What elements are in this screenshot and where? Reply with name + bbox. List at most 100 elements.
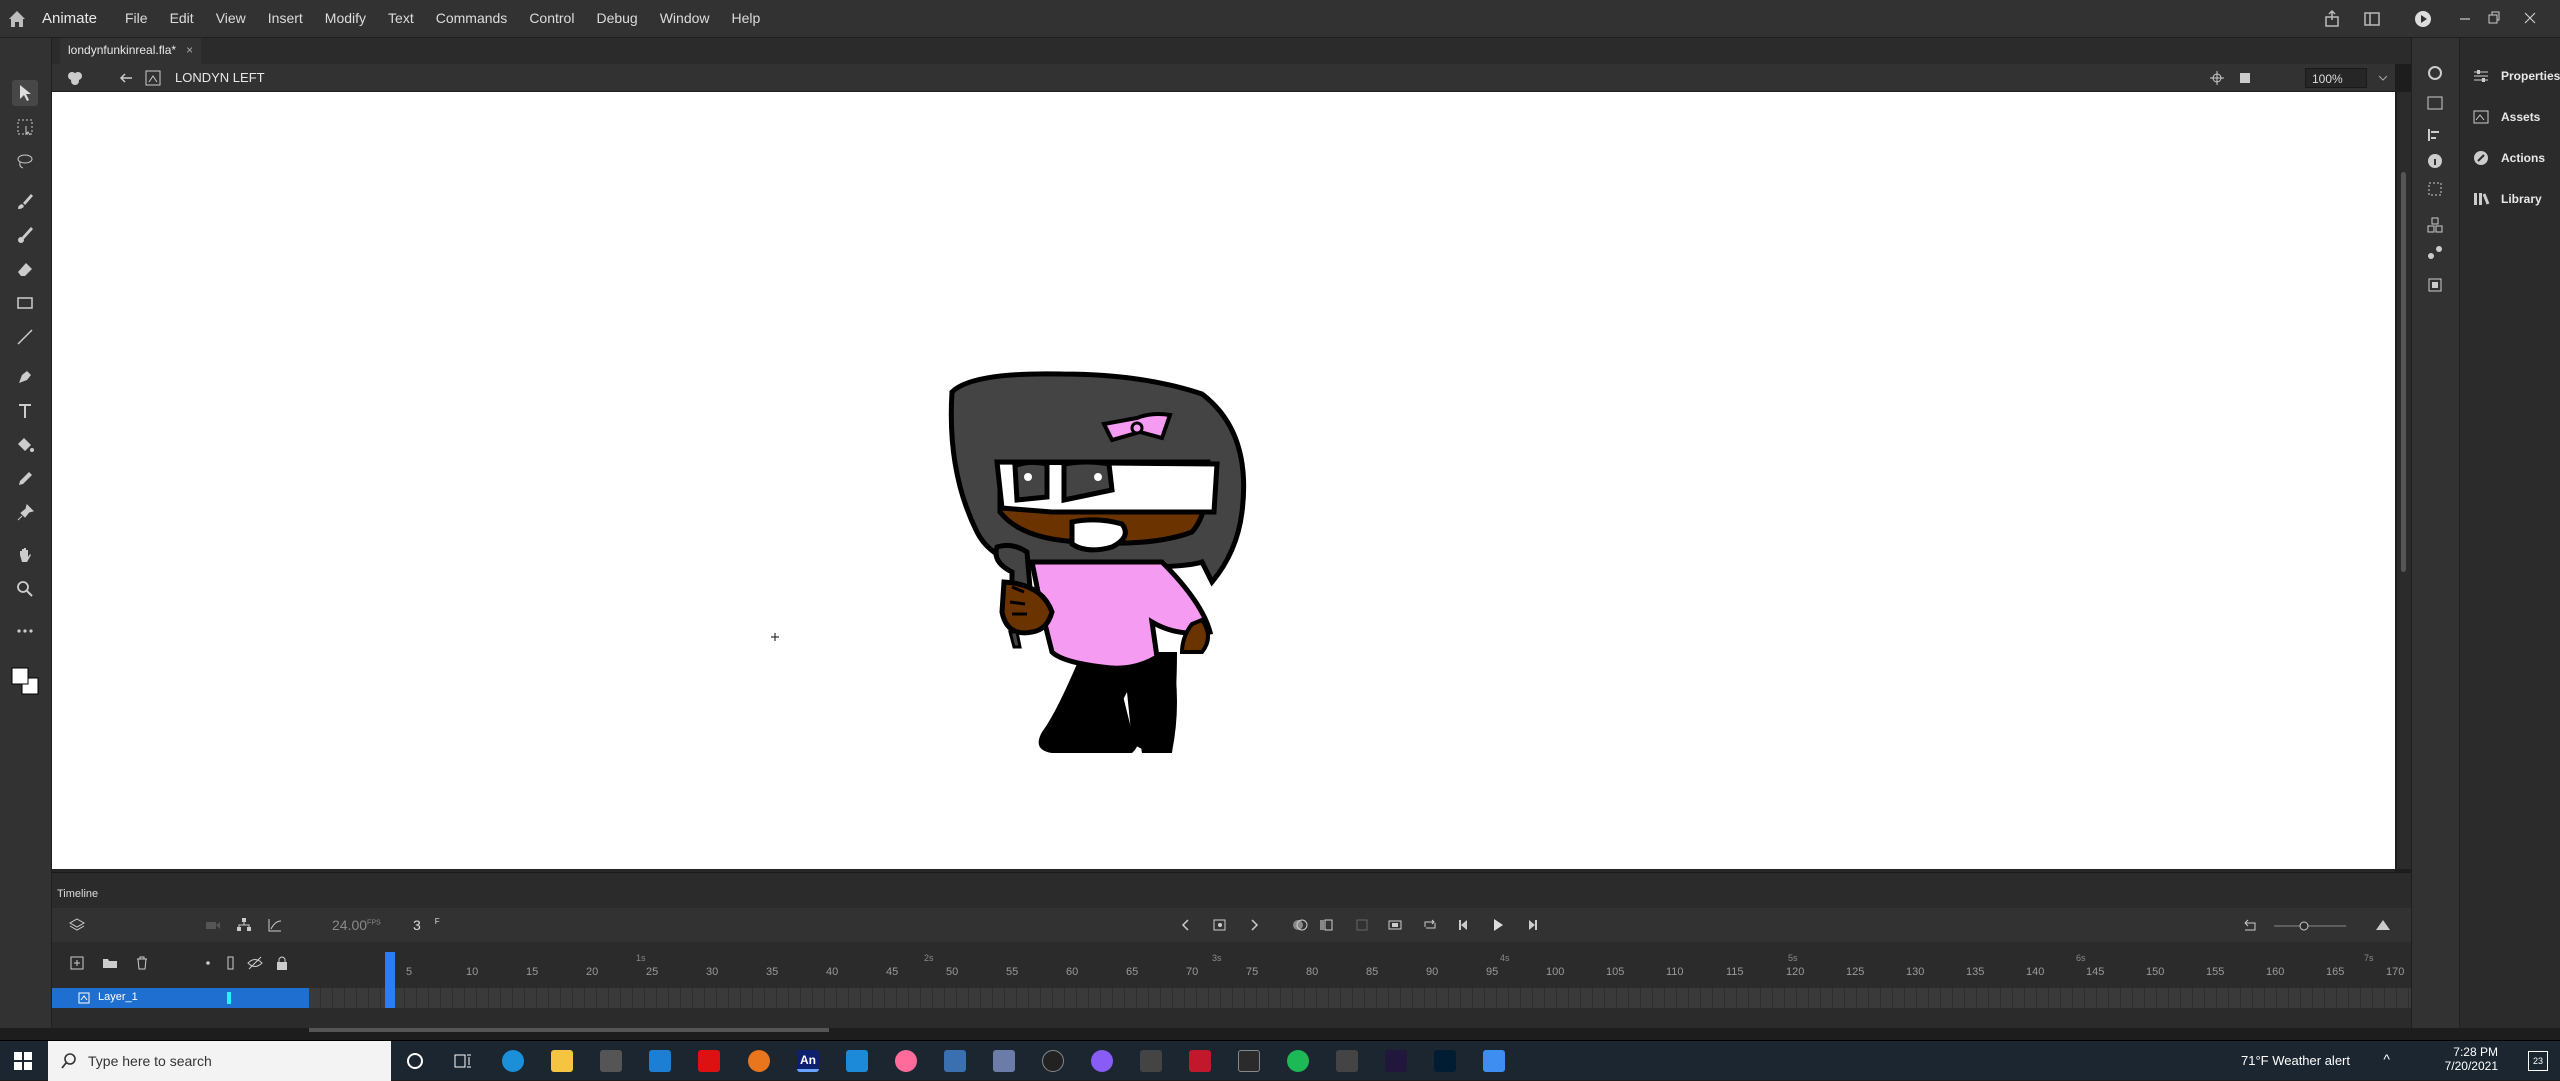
pen-tool[interactable] (12, 364, 38, 390)
file-explorer-icon[interactable] (551, 1050, 573, 1072)
edge-icon[interactable] (502, 1050, 524, 1072)
hand-tool[interactable] (12, 542, 38, 568)
center-stage-icon[interactable] (2209, 70, 2225, 86)
cortana-icon[interactable] (405, 1051, 425, 1071)
paint-bucket-tool[interactable] (12, 432, 38, 458)
free-transform-tool[interactable] (12, 114, 38, 140)
app-red-icon[interactable] (698, 1050, 720, 1072)
scene-icon[interactable] (66, 69, 84, 87)
menu-control[interactable]: Control (529, 10, 574, 26)
test-movie-icon[interactable] (2413, 9, 2433, 29)
properties-panel-tab[interactable]: Properties (2460, 59, 2560, 93)
chevron-up-icon[interactable]: ^ (2383, 1051, 2390, 1067)
task-view-icon[interactable] (453, 1051, 473, 1071)
outline-icon[interactable] (222, 955, 238, 971)
restore-icon[interactable] (2487, 9, 2501, 29)
insert-keyframe-icon[interactable] (1212, 917, 1228, 933)
workspace-icon[interactable] (2362, 9, 2382, 29)
menu-commands[interactable]: Commands (436, 10, 508, 26)
close-icon[interactable] (2523, 9, 2537, 29)
play-icon[interactable] (1490, 917, 1506, 933)
paint-brush-tool[interactable] (12, 222, 38, 248)
current-frame-display[interactable]: 3F (413, 917, 440, 933)
visibility-off-icon[interactable] (247, 955, 263, 971)
transform-panel-icon[interactable] (2426, 180, 2444, 198)
loop-icon[interactable] (1387, 917, 1403, 933)
menu-help[interactable]: Help (732, 10, 761, 26)
menu-view[interactable]: View (216, 10, 246, 26)
scrollbar-thumb[interactable] (2401, 172, 2406, 572)
new-layer-icon[interactable] (69, 955, 85, 971)
back-arrow-icon[interactable] (118, 70, 134, 86)
avatar-app-icon[interactable] (1336, 1050, 1358, 1072)
minimize-icon[interactable] (2458, 9, 2472, 29)
reset-zoom-icon[interactable] (2242, 917, 2258, 933)
twitch-icon[interactable] (1140, 1050, 1162, 1072)
mountain-icon[interactable] (2375, 917, 2391, 933)
character-drawing[interactable] (52, 92, 2395, 869)
chevron-left-icon[interactable] (1178, 917, 1194, 933)
tab-close-icon[interactable]: × (186, 43, 193, 57)
step-forward-icon[interactable] (1524, 917, 1540, 933)
stage[interactable] (52, 92, 2395, 869)
share-icon[interactable] (2322, 9, 2342, 29)
document-tab[interactable]: londynfunkinreal.fla* × (60, 38, 202, 64)
camera-icon[interactable] (205, 917, 221, 933)
step-back-icon[interactable] (1456, 917, 1472, 933)
layer-row[interactable]: Layer_1 (52, 988, 309, 1008)
edit-multiple-frames-icon[interactable] (1318, 917, 1334, 933)
clip-icon[interactable] (2237, 70, 2253, 86)
menu-insert[interactable]: Insert (268, 10, 303, 26)
taskbar-search[interactable]: Type here to search (48, 1041, 391, 1081)
store-icon[interactable] (600, 1050, 622, 1072)
eraser-tool[interactable] (12, 256, 38, 282)
firefox-icon[interactable] (748, 1050, 770, 1072)
zoom-tool[interactable] (12, 576, 38, 602)
premiere-rush-icon[interactable] (1385, 1050, 1407, 1072)
frame-picker-icon[interactable] (2426, 276, 2444, 294)
camera-app-icon[interactable] (1483, 1050, 1505, 1072)
motion-icon[interactable] (1354, 917, 1370, 933)
mail-icon[interactable] (649, 1050, 671, 1072)
chevron-down-icon[interactable] (2377, 72, 2389, 84)
menu-edit[interactable]: Edit (170, 10, 194, 26)
notification-center[interactable]: 23 (2528, 1051, 2548, 1071)
eyedropper-tool[interactable] (12, 466, 38, 492)
spotify-icon[interactable] (1287, 1050, 1309, 1072)
text-tool[interactable] (12, 398, 38, 424)
vscode-icon[interactable] (846, 1050, 868, 1072)
home-icon[interactable] (6, 8, 28, 30)
pin-tool[interactable] (12, 500, 38, 526)
menu-file[interactable]: File (125, 10, 148, 26)
rectangle-tool[interactable] (12, 290, 38, 316)
more-tools-button[interactable] (12, 618, 38, 644)
fnf-icon[interactable] (1238, 1050, 1260, 1072)
frame-ruler[interactable]: 5 10 15 20 25 30 35 40 45 50 55 60 65 70 75 80 85 90 95 100… (309, 952, 2411, 986)
animate-icon[interactable]: An (797, 1050, 819, 1072)
stage-vertical-scrollbar[interactable] (2397, 92, 2411, 869)
components-icon[interactable] (2426, 216, 2444, 234)
line-tool[interactable] (12, 324, 38, 350)
photoshop-icon[interactable] (1434, 1050, 1456, 1072)
highlight-dot-icon[interactable] (200, 955, 216, 971)
trash-icon[interactable] (134, 955, 150, 971)
selection-tool[interactable] (12, 80, 38, 106)
assets-panel-tab[interactable]: Assets (2460, 100, 2560, 134)
motion-presets-icon[interactable] (2426, 64, 2444, 82)
zoom-field[interactable]: 100% (2305, 68, 2367, 88)
playhead[interactable] (385, 952, 395, 1008)
align-icon[interactable] (2426, 126, 2444, 144)
actions-panel-tab[interactable]: Actions (2460, 141, 2560, 175)
headphones-icon[interactable] (1091, 1050, 1113, 1072)
fill-stroke-swatch[interactable] (8, 664, 44, 700)
graph-icon[interactable] (267, 917, 283, 933)
layers-icon[interactable] (69, 917, 85, 933)
chevron-right-icon[interactable] (1246, 917, 1262, 933)
onion-skin-icon[interactable] (1292, 917, 1308, 933)
layer-parenting-icon[interactable] (236, 917, 252, 933)
menu-text[interactable]: Text (388, 10, 414, 26)
timeline-zoom-slider[interactable] (2274, 920, 2346, 932)
obs-icon[interactable] (1042, 1050, 1064, 1072)
paint-icon[interactable] (993, 1050, 1015, 1072)
lasso-tool[interactable] (12, 148, 38, 174)
